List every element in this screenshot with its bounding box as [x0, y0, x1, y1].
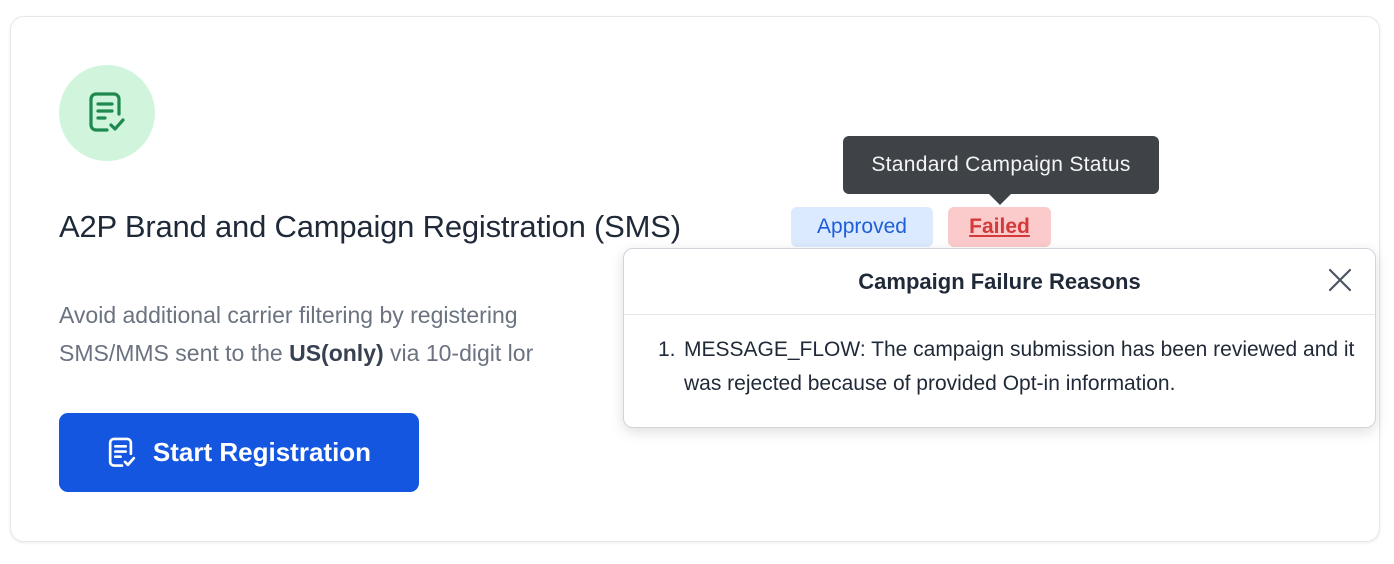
card-title: A2P Brand and Campaign Registration (SMS… [59, 209, 681, 244]
start-registration-button[interactable]: Start Registration [59, 413, 419, 492]
failure-reasons-popover: Campaign Failure Reasons 1. MESSAGE_FLOW… [623, 248, 1376, 428]
close-button[interactable] [1323, 263, 1357, 297]
tooltip-arrow [989, 194, 1011, 205]
description-line-1: Avoid additional carrier filtering by re… [59, 302, 518, 328]
failed-badge-link[interactable]: Failed [948, 207, 1051, 247]
popover-body: 1. MESSAGE_FLOW: The campaign submission… [624, 315, 1375, 401]
region-emphasis: US(only) [289, 340, 384, 366]
checklist-document-icon [59, 65, 155, 161]
reason-text: MESSAGE_FLOW: The campaign submission ha… [684, 338, 1355, 395]
start-registration-label: Start Registration [152, 437, 372, 467]
status-tooltip: Standard Campaign Status [843, 136, 1159, 194]
tooltip-text: Standard Campaign Status [871, 153, 1131, 176]
card-description: Avoid additional carrier filtering by re… [59, 296, 629, 372]
popover-header: Campaign Failure Reasons [624, 249, 1375, 315]
approved-badge: Approved [791, 207, 933, 247]
popover-title: Campaign Failure Reasons [858, 268, 1141, 294]
description-line-2: SMS/MMS sent to the US(only) via 10-digi… [59, 340, 534, 366]
reason-number: 1. [658, 338, 676, 361]
list-item: 1. MESSAGE_FLOW: The campaign submission… [658, 333, 1355, 401]
checklist-document-icon [108, 437, 136, 467]
close-icon [1328, 268, 1352, 292]
